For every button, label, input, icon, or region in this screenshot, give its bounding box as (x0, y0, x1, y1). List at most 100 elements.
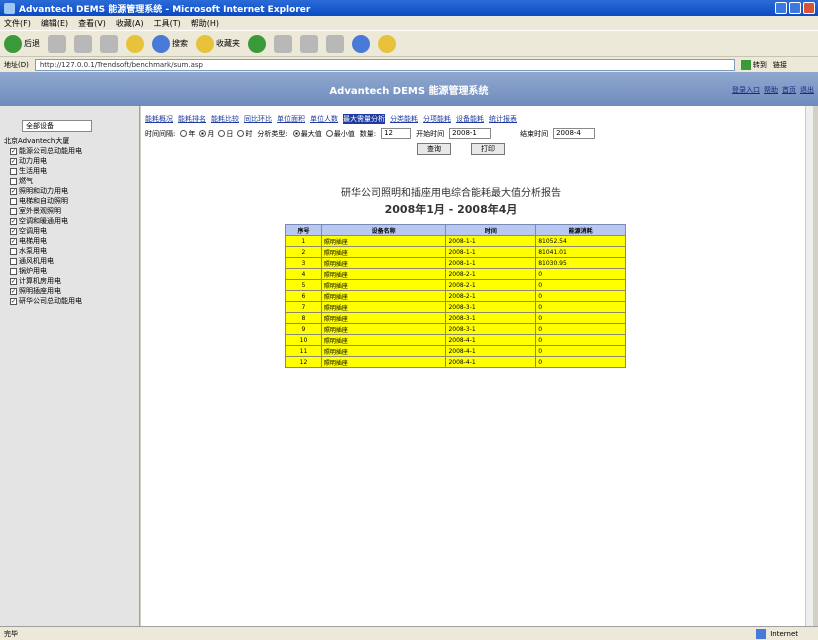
radio-option[interactable]: 年 (180, 129, 195, 139)
menu-bar: 文件(F) 编辑(E) 查看(V) 收藏(A) 工具(T) 帮助(H) (0, 16, 818, 30)
checkbox[interactable] (10, 177, 17, 185)
radio-option[interactable]: 最小值 (325, 129, 355, 139)
tree-item[interactable]: 通风机用电 (10, 256, 135, 266)
tree-item[interactable]: ✓ 照明和动力用电 (10, 186, 135, 196)
messenger-icon (378, 34, 396, 53)
tree-item[interactable]: 室外景观照明 (10, 206, 135, 216)
tree-item[interactable]: 燃气 (10, 176, 135, 186)
forward-button[interactable] (48, 34, 66, 53)
nav-link[interactable]: 单位人数 (310, 114, 338, 124)
search-button[interactable]: 搜索 (152, 34, 188, 53)
media-button[interactable] (248, 34, 266, 53)
menu-edit[interactable]: 编辑(E) (41, 18, 68, 29)
radio-button[interactable] (325, 130, 333, 137)
device-select[interactable]: 全部设备 (22, 120, 92, 132)
back-button[interactable]: 后退 (4, 34, 40, 53)
print-toolbar-button[interactable] (326, 34, 344, 53)
print-icon (326, 34, 344, 53)
cell-consumption: 0 (535, 323, 626, 335)
tree-item[interactable]: ✓ 照明插座用电 (10, 286, 135, 296)
start-time-select[interactable]: 2008-1 (449, 128, 492, 139)
vertical-scrollbar[interactable] (805, 106, 813, 626)
tree-item[interactable]: 生活用电 (10, 166, 135, 176)
radio-option[interactable]: 时 (237, 129, 252, 139)
menu-help[interactable]: 帮助(H) (191, 18, 219, 29)
tree-item[interactable]: ✓ 计算机房用电 (10, 276, 135, 286)
menu-view[interactable]: 查看(V) (78, 18, 106, 29)
refresh-button[interactable] (100, 34, 118, 53)
nav-link[interactable]: 能耗概况 (145, 114, 173, 124)
favorites-button[interactable]: 收藏夹 (196, 34, 240, 53)
nav-link[interactable]: 分类能耗 (390, 114, 418, 124)
link-logout[interactable]: 退出 (800, 85, 814, 95)
end-time-select[interactable]: 2008-4 (553, 128, 596, 139)
messenger-button[interactable] (378, 34, 396, 53)
radio-button[interactable] (199, 130, 207, 137)
checkbox[interactable] (10, 167, 17, 175)
menu-tools[interactable]: 工具(T) (154, 18, 181, 29)
print-button[interactable]: 打印 (471, 143, 505, 155)
radio-button[interactable] (180, 130, 188, 137)
nav-link[interactable]: 单位面积 (277, 114, 305, 124)
radio-button[interactable] (237, 130, 245, 137)
tree-item[interactable]: 锅炉用电 (10, 266, 135, 276)
checkbox[interactable]: ✓ (10, 237, 17, 245)
address-input[interactable]: http://127.0.0.1/Trendsoft/benchmark/sum… (34, 58, 735, 71)
go-button[interactable]: 转到 (740, 59, 767, 70)
link-help[interactable]: 帮助 (764, 85, 778, 95)
count-input[interactable]: 12 (381, 128, 412, 139)
edit-button[interactable] (352, 34, 370, 53)
stop-button[interactable] (74, 34, 92, 53)
radio-option[interactable]: 最大值 (292, 129, 322, 139)
tree-item[interactable]: 水泵用电 (10, 246, 135, 256)
query-button[interactable]: 查询 (417, 143, 451, 155)
home-button[interactable] (126, 34, 144, 53)
nav-link[interactable]: 分项能耗 (423, 114, 451, 124)
menu-favorites[interactable]: 收藏(A) (116, 18, 144, 29)
checkbox[interactable] (10, 247, 17, 255)
cell-consumption: 0 (535, 334, 626, 346)
tree-root[interactable]: 北京Advantech大厦 (4, 136, 135, 146)
table-row: 4 照明插座 2008-2-1 0 (285, 268, 626, 280)
checkbox[interactable]: ✓ (10, 277, 17, 285)
links-label[interactable]: 链接 (773, 60, 787, 70)
checkbox[interactable] (10, 257, 17, 265)
checkbox[interactable] (10, 207, 17, 215)
tree-item-label: 能源公司总动能用电 (19, 147, 82, 155)
nav-link[interactable]: 统计报表 (489, 114, 517, 124)
nav-link[interactable]: 设备能耗 (456, 114, 484, 124)
close-button[interactable] (803, 2, 815, 14)
radio-option[interactable]: 月 (199, 129, 214, 139)
tree-item[interactable]: 电梯和自动照明 (10, 196, 135, 206)
checkbox[interactable] (10, 197, 17, 205)
checkbox[interactable]: ✓ (10, 187, 17, 195)
nav-link[interactable]: 能耗排名 (178, 114, 206, 124)
tree-item[interactable]: ✓ 空调和暖通用电 (10, 216, 135, 226)
tree-item[interactable]: ✓ 电梯用电 (10, 236, 135, 246)
nav-link[interactable]: 能耗比较 (211, 114, 239, 124)
menu-file[interactable]: 文件(F) (4, 18, 31, 29)
tree-item[interactable]: ✓ 能源公司总动能用电 (10, 146, 135, 156)
checkbox[interactable]: ✓ (10, 147, 17, 155)
mail-button[interactable] (300, 34, 318, 53)
radio-button[interactable] (292, 130, 300, 137)
radio-option[interactable]: 日 (218, 129, 233, 139)
link-home[interactable]: 首页 (782, 85, 796, 95)
history-button[interactable] (274, 34, 292, 53)
cell-consumption: 0 (535, 268, 626, 280)
checkbox[interactable]: ✓ (10, 227, 17, 235)
checkbox[interactable] (10, 267, 17, 275)
checkbox[interactable]: ✓ (10, 297, 17, 305)
checkbox[interactable]: ✓ (10, 157, 17, 165)
tree-item[interactable]: ✓ 研华公司总动能用电 (10, 296, 135, 306)
maximize-button[interactable] (789, 2, 801, 14)
tree-item[interactable]: ✓ 动力用电 (10, 156, 135, 166)
nav-link[interactable]: 同比环比 (244, 114, 272, 124)
link-login[interactable]: 登录入口 (732, 85, 760, 95)
nav-link[interactable]: 最大需量分析 (343, 114, 385, 124)
radio-button[interactable] (218, 130, 226, 137)
tree-item[interactable]: ✓ 空调用电 (10, 226, 135, 236)
checkbox[interactable]: ✓ (10, 287, 17, 295)
checkbox[interactable]: ✓ (10, 217, 17, 225)
minimize-button[interactable] (775, 2, 787, 14)
